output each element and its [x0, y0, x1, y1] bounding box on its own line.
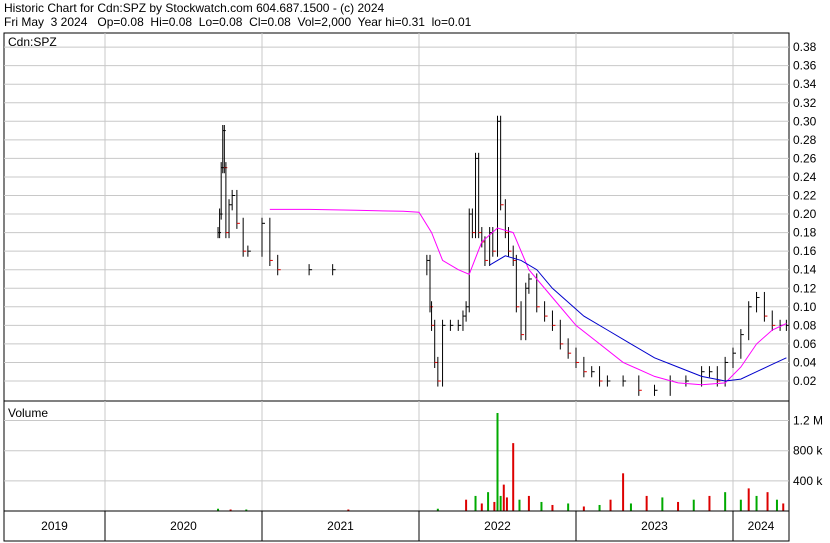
price-tick-label: 0.06 [793, 337, 817, 351]
price-tick-label: 0.32 [793, 96, 817, 110]
year-axis: 2019 2020 2021 2022 2023 2024 [3, 510, 790, 542]
price-tick-label: 0.14 [793, 263, 817, 277]
ticker-label: Cdn:SPZ [8, 35, 57, 49]
price-tick-label: 0.36 [793, 59, 817, 73]
price-tick-label: 0.38 [793, 40, 817, 54]
price-tick-label: 0.30 [793, 114, 817, 128]
volume-tick-label: 400 k [793, 474, 823, 488]
volume-tick-label: 800 k [793, 444, 823, 458]
stock-chart: Cdn:SPZ 0.38 0.36 0.34 0.32 0.30 0.28 0.26 0.24… [3, 32, 823, 542]
price-tick-label: 0.08 [793, 318, 817, 332]
year-label: 2020 [170, 519, 197, 533]
price-tick-label: 0.26 [793, 151, 817, 165]
price-tick-label: 0.10 [793, 300, 817, 314]
price-y-axis: 0.38 0.36 0.34 0.32 0.30 0.28 0.26 0.24 0.22 0.20… [793, 40, 817, 388]
price-tick-label: 0.24 [793, 170, 817, 184]
price-tick-label: 0.12 [793, 281, 817, 295]
price-panel: Cdn:SPZ 0.38 0.36 0.34 0.32 0.30 0.28 0.26 0.24… [3, 32, 817, 402]
price-tick-label: 0.18 [793, 226, 817, 240]
volume-label: Volume [8, 406, 48, 420]
year-label: 2024 [748, 519, 775, 533]
price-tick-label: 0.16 [793, 244, 817, 258]
year-label: 2022 [484, 519, 511, 533]
year-label: 2019 [41, 519, 68, 533]
year-label: 2023 [641, 519, 668, 533]
year-label: 2021 [327, 519, 354, 533]
volume-tick-label: 1.2 M [793, 414, 823, 428]
price-tick-label: 0.20 [793, 207, 817, 221]
volume-y-axis: 1.2 M 800 k 400 k [793, 414, 823, 488]
volume-panel: Volume 1.2 M 800 k 400 k [3, 400, 823, 512]
price-tick-label: 0.22 [793, 189, 817, 203]
price-tick-label: 0.02 [793, 374, 817, 388]
price-tick-label: 0.28 [793, 133, 817, 147]
price-tick-label: 0.34 [793, 77, 817, 91]
price-tick-label: 0.04 [793, 355, 817, 369]
